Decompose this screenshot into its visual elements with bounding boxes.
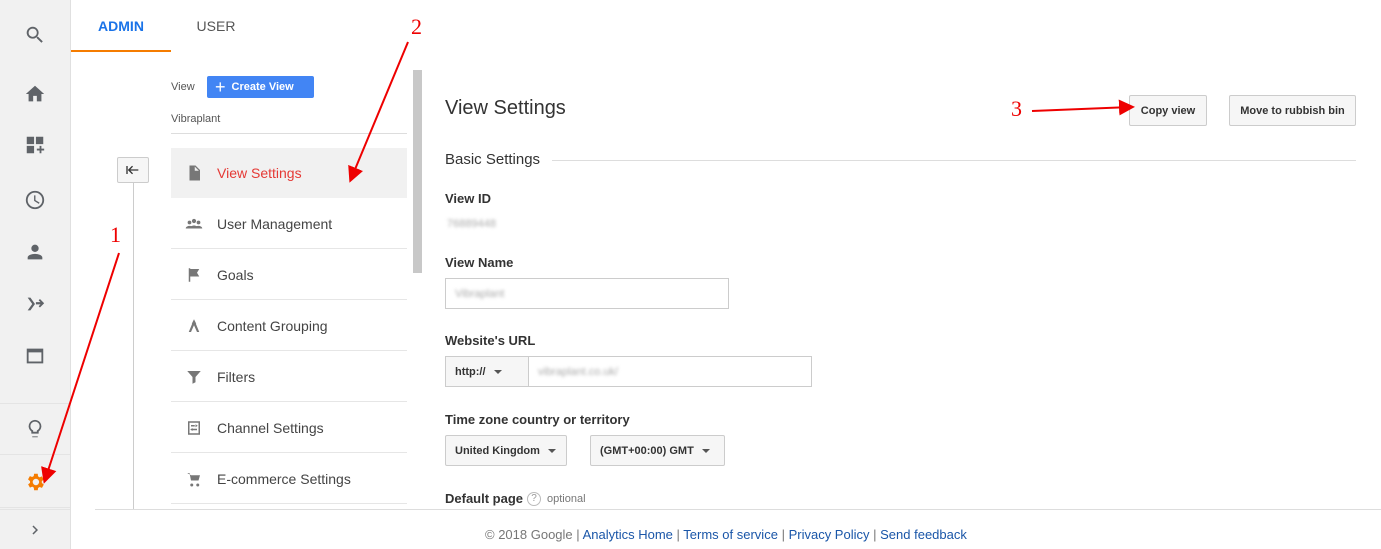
view-name-value: Vibraplant bbox=[455, 288, 505, 300]
chevron-right-icon bbox=[32, 525, 38, 534]
arrow-left-icon bbox=[126, 165, 139, 175]
view-id-value: 76889448 bbox=[447, 218, 496, 230]
separator: | bbox=[781, 527, 785, 542]
caret-down-icon bbox=[547, 448, 556, 453]
analytics-home-link[interactable]: Analytics Home bbox=[583, 527, 673, 542]
footer: © 2018 Google | Analytics Home | Terms o… bbox=[485, 527, 967, 542]
view-column-scrollbar[interactable] bbox=[413, 70, 422, 273]
discover-button[interactable] bbox=[0, 403, 70, 455]
menu-item-label: User Management bbox=[217, 215, 333, 232]
filter-icon bbox=[187, 370, 201, 384]
default-page-label-row: Default page ? optional bbox=[445, 491, 586, 506]
acquisition-icon bbox=[27, 297, 45, 311]
timezone-country-value: United Kingdom bbox=[455, 444, 540, 457]
separator: | bbox=[873, 527, 877, 542]
channel-settings-icon bbox=[188, 420, 200, 435]
url-label: Website's URL bbox=[445, 333, 536, 348]
divider bbox=[171, 133, 407, 134]
terms-link[interactable]: Terms of service bbox=[683, 527, 778, 542]
flag-icon bbox=[188, 267, 200, 282]
timezone-label: Time zone country or territory bbox=[445, 412, 630, 427]
home-button[interactable] bbox=[0, 68, 70, 120]
copy-view-button[interactable]: Copy view bbox=[1129, 95, 1207, 126]
menu-item-content-grouping[interactable]: Content Grouping bbox=[171, 301, 407, 351]
menu-item-label: Goals bbox=[217, 266, 254, 283]
annotation-3: 3 bbox=[1011, 96, 1022, 121]
footer-divider bbox=[95, 509, 1381, 510]
separator: | bbox=[676, 527, 680, 542]
url-value: vibraplant.co.uk/ bbox=[538, 366, 619, 378]
separator: | bbox=[576, 527, 580, 542]
admin-tabs: ADMIN USER bbox=[71, 0, 1381, 52]
protocol-value: http:// bbox=[455, 365, 486, 378]
admin-button[interactable] bbox=[0, 456, 70, 508]
people-icon bbox=[185, 218, 203, 228]
expand-rail-button[interactable] bbox=[0, 509, 70, 549]
back-button[interactable] bbox=[117, 157, 149, 183]
document-icon bbox=[189, 165, 200, 181]
view-name-label: View Name bbox=[445, 255, 514, 270]
person-icon bbox=[27, 244, 43, 260]
content-grouping-icon bbox=[188, 318, 200, 332]
view-name-input[interactable]: Vibraplant bbox=[445, 278, 729, 309]
acquisition-button[interactable] bbox=[0, 278, 70, 330]
view-label: View bbox=[171, 81, 195, 93]
annotation-1: 1 bbox=[110, 222, 121, 247]
clock-icon bbox=[25, 190, 45, 210]
menu-item-channel-settings[interactable]: Channel Settings bbox=[171, 403, 407, 453]
create-view-button[interactable]: + Create View bbox=[207, 76, 314, 98]
gear-icon bbox=[28, 473, 44, 490]
tab-admin[interactable]: ADMIN bbox=[71, 0, 171, 52]
customization-icon bbox=[26, 136, 45, 154]
menu-item-label: Channel Settings bbox=[217, 419, 324, 436]
left-nav-rail bbox=[0, 0, 71, 549]
behavior-icon bbox=[26, 348, 44, 364]
url-input[interactable]: vibraplant.co.uk/ bbox=[528, 356, 812, 387]
menu-item-user-management[interactable]: User Management bbox=[171, 199, 407, 249]
audience-button[interactable] bbox=[0, 226, 70, 278]
menu-item-ecommerce-settings[interactable]: E-commerce Settings bbox=[171, 454, 407, 504]
tab-user[interactable]: USER bbox=[171, 0, 261, 52]
help-icon[interactable]: ? bbox=[527, 491, 542, 506]
behavior-button[interactable] bbox=[0, 330, 70, 382]
create-view-label: Create View bbox=[231, 81, 294, 93]
cart-icon bbox=[187, 472, 200, 486]
search-button[interactable] bbox=[0, 9, 70, 61]
caret-down-icon bbox=[493, 369, 502, 374]
section-divider bbox=[445, 160, 1356, 161]
tree-line bbox=[133, 178, 134, 509]
menu-item-label: Filters bbox=[217, 368, 256, 385]
timezone-offset-select[interactable]: (GMT+00:00) GMT bbox=[590, 435, 725, 466]
timezone-offset-value: (GMT+00:00) GMT bbox=[600, 444, 694, 457]
page-title: View Settings bbox=[445, 97, 566, 119]
search-icon bbox=[26, 26, 43, 43]
home-icon bbox=[25, 85, 45, 102]
menu-item-label: Content Grouping bbox=[217, 317, 328, 334]
arrow-3 bbox=[1031, 99, 1135, 116]
plus-icon: + bbox=[215, 77, 226, 97]
menu-item-label: E-commerce Settings bbox=[217, 470, 351, 487]
menu-item-label: View Settings bbox=[217, 165, 302, 181]
lightbulb-icon bbox=[28, 419, 42, 438]
move-to-rubbish-bin-button[interactable]: Move to rubbish bin bbox=[1229, 95, 1356, 126]
protocol-select[interactable]: http:// bbox=[445, 356, 529, 387]
realtime-button[interactable] bbox=[0, 174, 70, 226]
copyright: © 2018 Google bbox=[485, 527, 573, 542]
menu-item-goals[interactable]: Goals bbox=[171, 250, 407, 300]
optional-label: optional bbox=[547, 492, 586, 505]
section-title: Basic Settings bbox=[445, 151, 553, 168]
customization-button[interactable] bbox=[0, 119, 70, 171]
caret-down-icon bbox=[701, 448, 710, 453]
timezone-country-select[interactable]: United Kingdom bbox=[445, 435, 567, 466]
default-page-label: Default page bbox=[445, 491, 524, 506]
view-selector[interactable]: Vibraplant bbox=[171, 113, 220, 125]
menu-item-filters[interactable]: Filters bbox=[171, 352, 407, 402]
annotation-2: 2 bbox=[411, 14, 422, 39]
view-id-label: View ID bbox=[445, 191, 492, 206]
menu-item-view-settings[interactable]: View Settings bbox=[171, 148, 407, 198]
feedback-link[interactable]: Send feedback bbox=[880, 527, 967, 542]
privacy-link[interactable]: Privacy Policy bbox=[789, 527, 870, 542]
